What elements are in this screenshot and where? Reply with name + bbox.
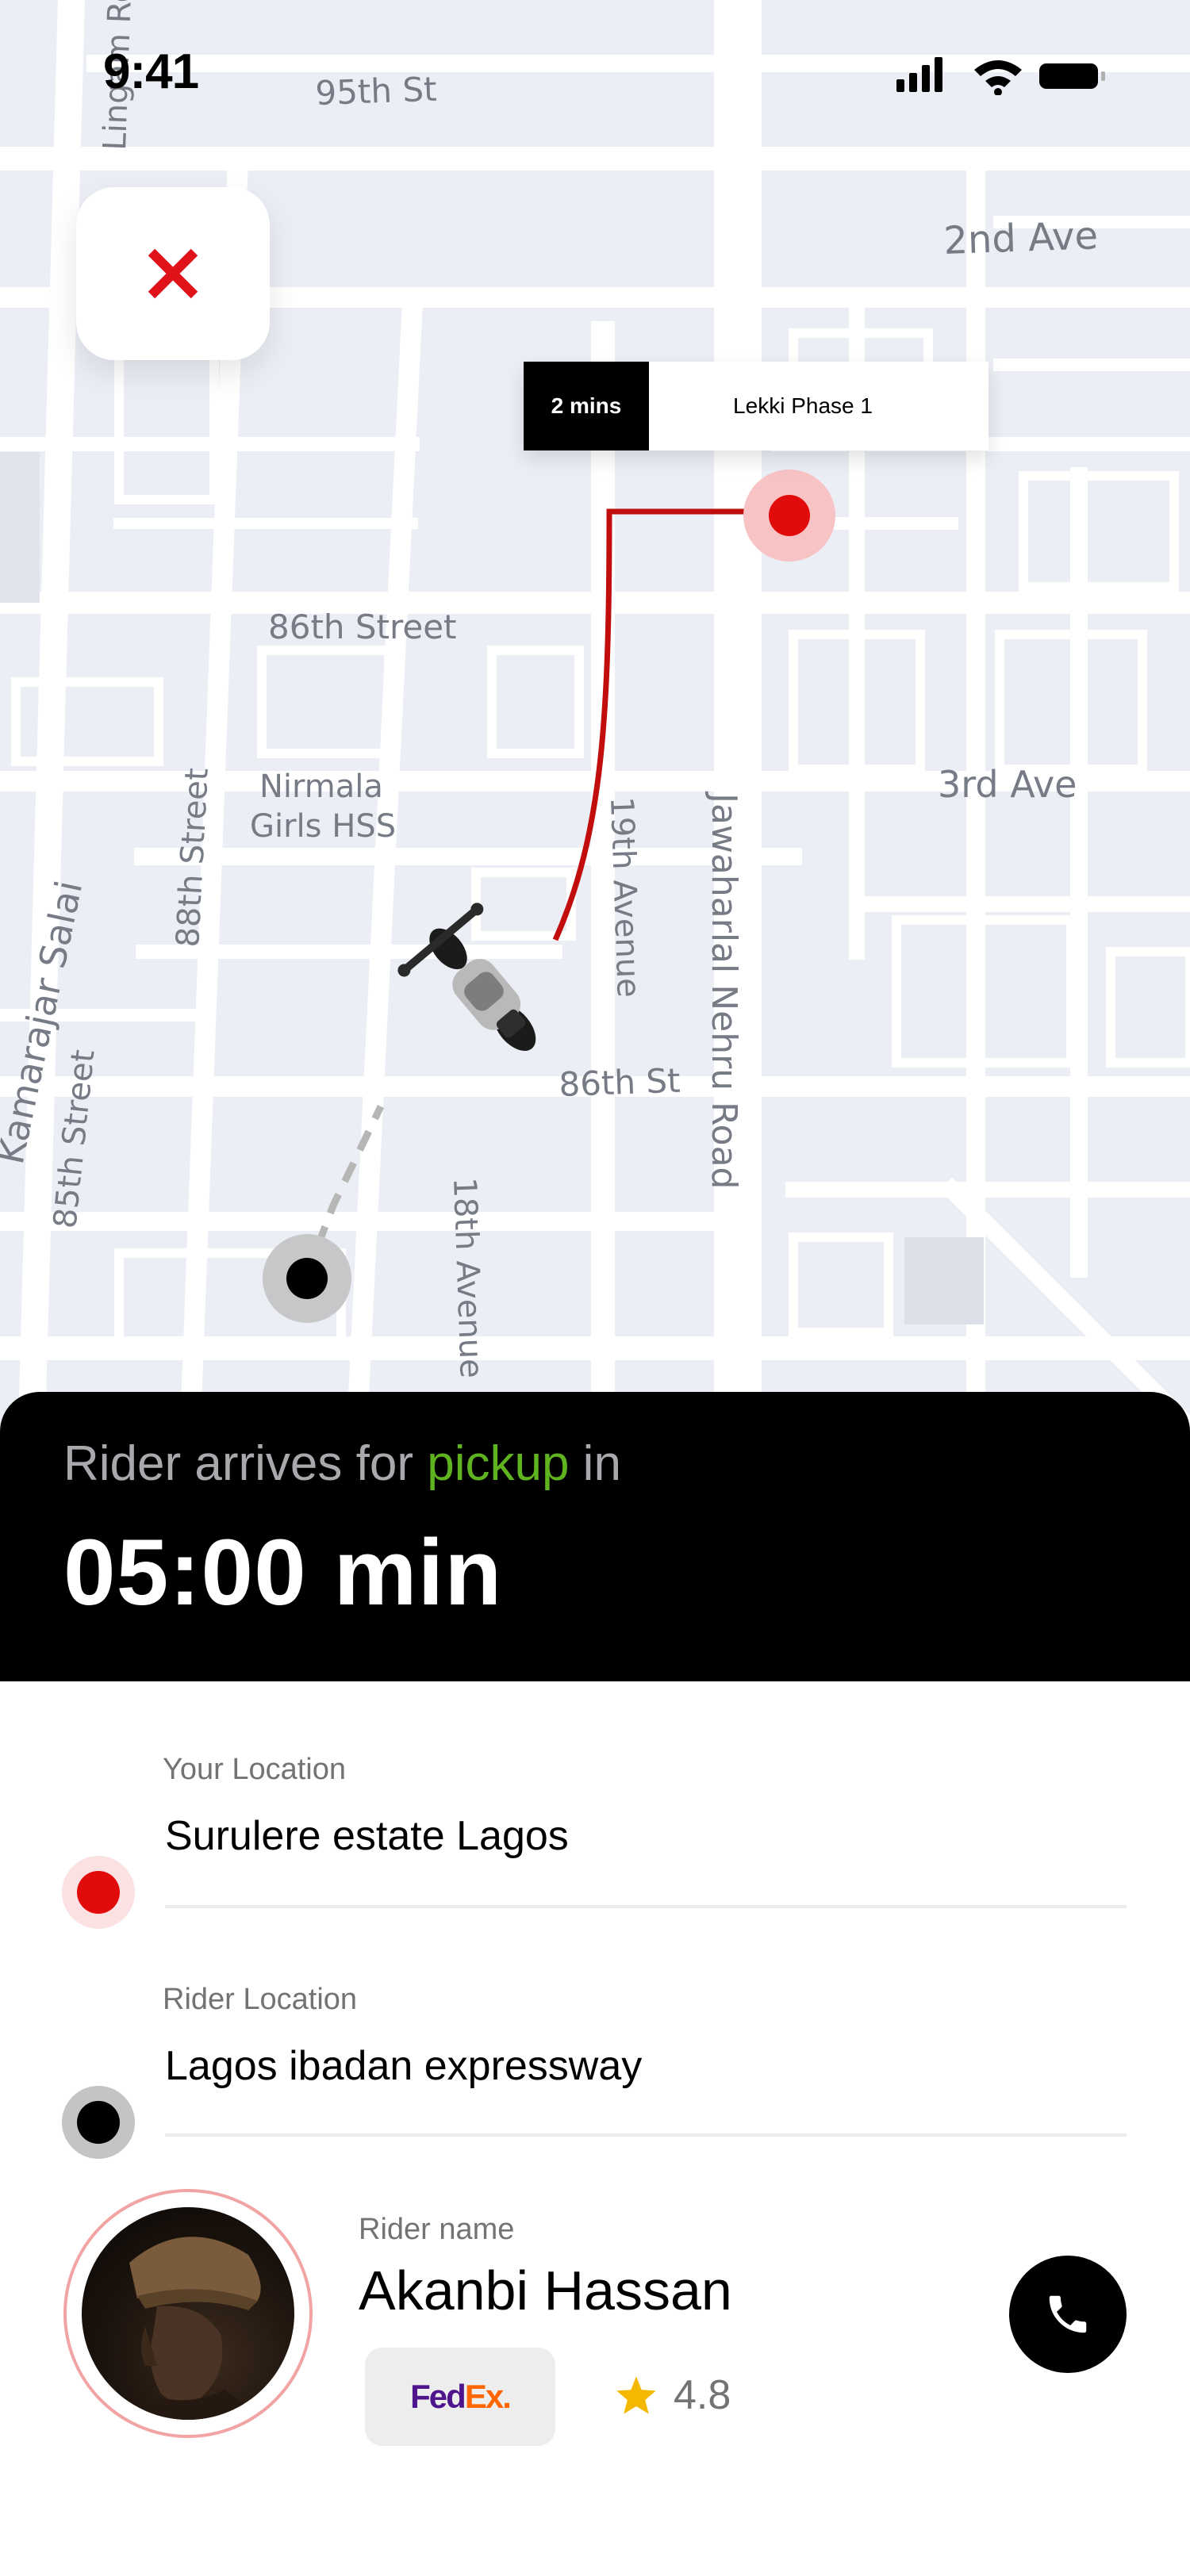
your-location-value: Surulere estate Lagos [165, 1813, 569, 1859]
rider-name-caption: Rider name [359, 2213, 515, 2246]
street-label-jawaharlal-nehru-road: Jawaharlal Nehru Road [704, 791, 744, 1189]
location-divider [165, 2133, 1127, 2137]
arrival-banner: Rider arrives for pickup in 05:00 min [0, 1392, 1190, 1681]
your-location-caption: Your Location [163, 1753, 347, 1786]
landmark-label-girls-hss: Girls HSS [250, 808, 396, 845]
arrival-prefix: Rider arrives for [63, 1436, 428, 1491]
wifi-icon [974, 60, 1022, 96]
location-divider [165, 1905, 1127, 1908]
status-bar: 9:41 [0, 0, 1190, 143]
battery-icon [1039, 63, 1105, 89]
company-logo-fed: Fed [410, 2378, 466, 2415]
close-icon [148, 248, 198, 299]
arrival-eta: 05:00 min [63, 1520, 503, 1625]
ride-tracking-screen: 95th St 2nd Ave 86th Street 3rd Ave Nirm… [0, 0, 1190, 2576]
rider-card: Rider name Akanbi Hassan Fed Ex. 4.8 [0, 2189, 1190, 2459]
company-logo-ex: Ex [464, 2378, 504, 2415]
street-label-86th-st: 86th St [559, 1061, 681, 1104]
avatar[interactable] [82, 2207, 294, 2420]
street-label-18th-avenue: 18th Avenue [446, 1177, 489, 1379]
status-time: 9:41 [103, 44, 199, 99]
close-button[interactable] [76, 187, 270, 360]
company-logo: Fed Ex. [365, 2348, 555, 2446]
status-icons [896, 56, 1134, 96]
call-button[interactable] [1009, 2256, 1127, 2373]
rider-location-caption: Rider Location [163, 1983, 358, 2016]
trip-details-sheet: Your Location Surulere estate Lagos Ride… [0, 1681, 1190, 2576]
arrival-suffix: in [569, 1436, 621, 1491]
rider-name: Akanbi Hassan [359, 2260, 732, 2321]
rider-rating: 4.8 [615, 2371, 731, 2419]
company-logo-dot: . [502, 2378, 512, 2415]
phone-icon [1049, 2295, 1087, 2333]
rider-avatar-ring [63, 2189, 313, 2438]
arrival-message: Rider arrives for pickup in [63, 1436, 621, 1492]
rider-start-marker[interactable] [263, 1234, 351, 1323]
your-location-row[interactable]: Your Location Surulere estate Lagos [0, 1681, 1190, 1929]
street-label-86th-street: 86th Street [268, 608, 457, 646]
star-icon [616, 2376, 656, 2414]
eta-time: 2 mins [524, 362, 649, 450]
street-label-19th-avenue: 19th Avenue [603, 796, 647, 999]
signal-icon [896, 57, 942, 92]
rider-location-value: Lagos ibadan expressway [165, 2043, 643, 2089]
destination-eta-tag[interactable]: 2 mins Lekki Phase 1 [524, 362, 988, 450]
rider-location-dot [62, 2086, 135, 2159]
destination-marker[interactable] [743, 470, 835, 562]
rider-location-row[interactable]: Rider Location Lagos ibadan expressway [0, 1911, 1190, 2159]
rating-value: 4.8 [674, 2372, 731, 2418]
landmark-label-nirmala: Nirmala [259, 769, 383, 805]
street-label-2nd-ave: 2nd Ave [942, 213, 1098, 263]
eta-place: Lekki Phase 1 [733, 393, 873, 418]
street-label-3rd-ave: 3rd Ave [938, 763, 1077, 806]
arrival-accent: pickup [427, 1436, 570, 1491]
